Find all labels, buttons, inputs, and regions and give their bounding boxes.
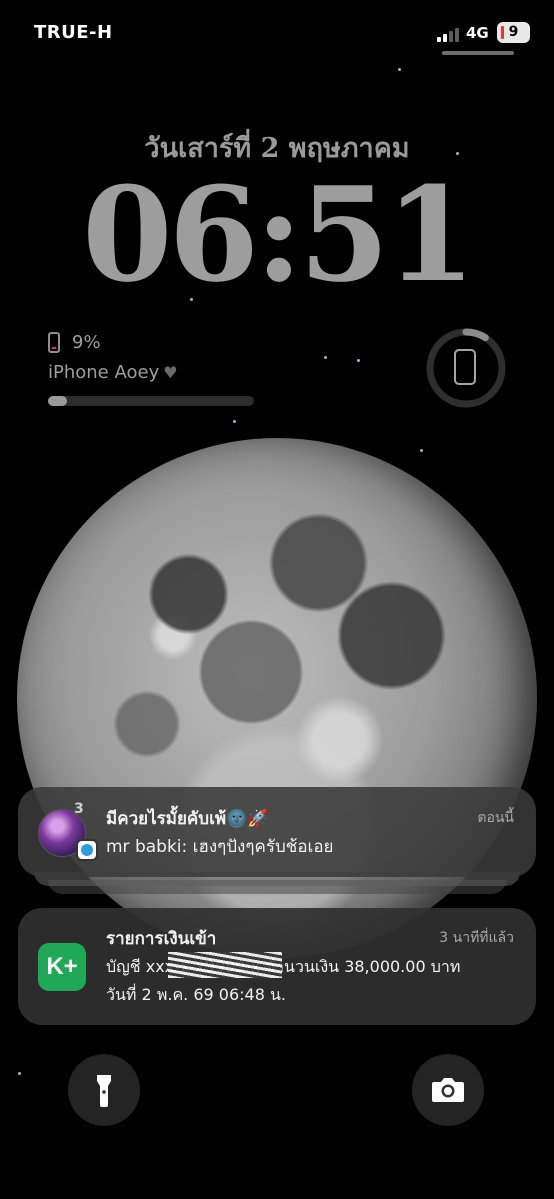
battery-bar-fill	[48, 396, 67, 406]
signal-icon	[437, 26, 463, 42]
battery-percent: 9%	[72, 331, 101, 353]
phone-battery-icon	[48, 331, 60, 353]
notification-title: รายการเงินเข้า	[106, 929, 217, 949]
battery-widget[interactable]: 9% iPhone Aoey ♥	[48, 330, 258, 406]
camera-button[interactable]	[412, 1054, 484, 1126]
notification-time: ตอนนี้	[477, 810, 514, 826]
kplus-app-icon: K+	[38, 943, 86, 991]
flashlight-icon	[97, 1075, 111, 1107]
battery-bar	[48, 396, 254, 406]
telegram-icon	[76, 839, 98, 861]
network-type: 4G	[466, 24, 489, 42]
flashlight-button[interactable]	[68, 1054, 140, 1126]
lock-time: 06:51	[82, 158, 476, 311]
status-bar: TRUE-H 4G 9	[0, 0, 554, 70]
notification-kplus[interactable]: K+ รายการเงินเข้า 3 นาทีที่แล้ว บัญชี xx…	[18, 908, 536, 1025]
battery-level: 9	[508, 24, 519, 40]
camera-icon	[432, 1078, 464, 1102]
notification-time: 3 นาทีที่แล้ว	[439, 930, 514, 946]
carrier-name: TRUE-H	[34, 22, 113, 43]
redaction-scribble	[168, 952, 282, 978]
device-name: iPhone Aoey	[48, 361, 160, 383]
stack-count-badge: 3	[74, 801, 84, 817]
notification-body-line1: บัญชี xxx-x-x9999-x จำนวนเงิน 38,000.00 …	[106, 957, 461, 976]
battery-icon: 9	[497, 22, 530, 43]
phone-icon	[454, 349, 476, 385]
heart-icon: ♥	[163, 362, 178, 382]
notification-body-line2: วันที่ 2 พ.ค. 69 06:48 น.	[106, 985, 286, 1004]
notification-body: mr babki: เฮงๆปังๆครับช้อเอย	[106, 837, 334, 857]
notification-title: มีควยไรมั้ยคับเพ้🌚🚀	[106, 809, 269, 829]
notification-telegram[interactable]: 3 มีควยไรมั้ยคับเพ้🌚🚀 ตอนนี้ mr babki: เ…	[18, 787, 536, 877]
control-center-indicator[interactable]	[442, 51, 514, 55]
